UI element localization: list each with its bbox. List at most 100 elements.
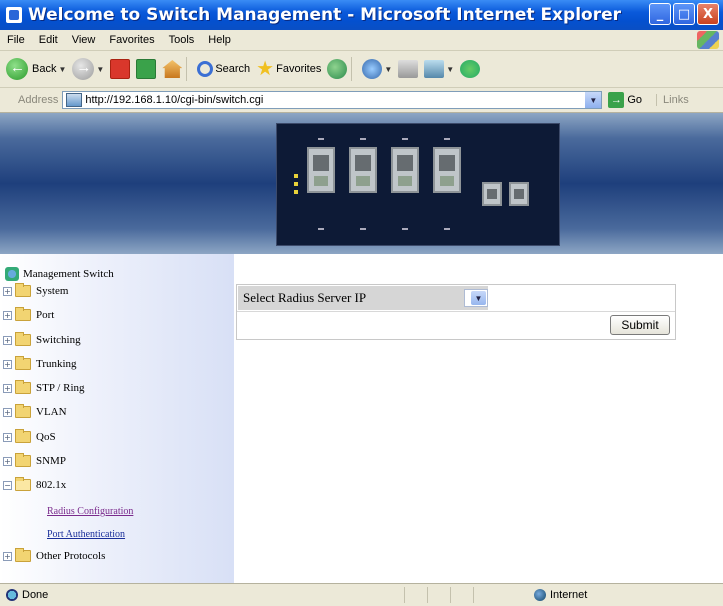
ethernet-port-icon	[307, 147, 335, 193]
tree-folder-system[interactable]: + System	[3, 283, 68, 297]
forward-button[interactable]: ▼	[72, 58, 104, 80]
tree-link-port-authentication[interactable]: Port Authentication	[47, 529, 125, 540]
folder-icon	[15, 332, 31, 346]
tree-folder-qos[interactable]: + QoS	[3, 429, 56, 443]
ethernet-port-icon	[391, 147, 419, 193]
tree-link-radius-configuration[interactable]: Radius Configuration	[47, 506, 133, 517]
port-tick	[360, 228, 366, 230]
expand-toggle[interactable]: +	[3, 359, 12, 369]
folder-icon	[15, 548, 31, 562]
page-content: Management Switch + System + Port + Swit…	[0, 113, 723, 583]
search-icon	[197, 61, 214, 77]
form-divider	[237, 311, 675, 312]
toolbar-divider	[351, 57, 353, 81]
collapse-toggle[interactable]: −	[3, 480, 12, 490]
tree-folder-label: Other Protocols	[36, 550, 106, 562]
chevron-down-icon: ▼	[58, 64, 67, 74]
maximize-button[interactable]: □	[673, 3, 695, 25]
tree-folder-stp-ring[interactable]: + STP / Ring	[3, 380, 85, 394]
menu-view[interactable]: View	[65, 34, 103, 46]
menu-edit[interactable]: Edit	[32, 34, 65, 46]
port-tick	[318, 138, 324, 140]
ethernet-port-icon	[433, 147, 461, 193]
navigation-tree: Management Switch + System + Port + Swit…	[0, 254, 234, 583]
back-label: Back	[32, 63, 57, 75]
status-led	[294, 190, 298, 194]
home-button[interactable]	[162, 60, 183, 78]
tree-folder-label: Switching	[36, 334, 81, 346]
port-tick	[444, 138, 450, 140]
close-button[interactable]: X	[697, 3, 719, 25]
forward-arrow-icon	[72, 58, 95, 80]
back-button[interactable]: Back ▼	[6, 58, 66, 80]
expand-toggle[interactable]: +	[3, 310, 12, 320]
media-icon	[327, 59, 348, 79]
search-button[interactable]: Search	[197, 61, 250, 77]
window-title: Welcome to Switch Management - Microsoft…	[28, 5, 621, 25]
tree-folder-snmp[interactable]: + SNMP	[3, 453, 66, 467]
chevron-down-icon: ▼	[446, 64, 455, 74]
address-input[interactable]: http://192.168.1.10/cgi-bin/switch.cgi ▼	[62, 91, 603, 109]
refresh-button[interactable]	[136, 59, 157, 79]
expand-toggle[interactable]: +	[3, 335, 12, 345]
management-switch-icon	[5, 267, 19, 281]
tree-folder-label: SNMP	[36, 455, 66, 467]
menu-favorites[interactable]: Favorites	[102, 34, 161, 46]
windows-flag-icon	[697, 31, 719, 49]
expand-toggle[interactable]: +	[3, 383, 12, 393]
tree-folder-label: 802.1x	[36, 479, 67, 491]
expand-toggle[interactable]: +	[3, 456, 12, 466]
form-label-cell: Select Radius Server IP ▼	[238, 286, 488, 310]
go-button[interactable]: → Go	[608, 92, 642, 108]
print-button[interactable]	[398, 60, 419, 78]
tree-folder-port[interactable]: + Port	[3, 307, 55, 321]
tree-folder-label: VLAN	[36, 406, 67, 418]
tree-folder-switching[interactable]: + Switching	[3, 332, 81, 346]
tree-folder-other-protocols[interactable]: + Other Protocols	[3, 548, 106, 562]
folder-icon	[15, 283, 31, 297]
tree-folder-label: STP / Ring	[36, 382, 85, 394]
tree-folder-vlan[interactable]: + VLAN	[3, 404, 67, 418]
tree-root[interactable]: Management Switch	[5, 267, 114, 281]
expand-toggle[interactable]: +	[3, 432, 12, 442]
menu-help[interactable]: Help	[201, 34, 238, 46]
title-bar: Welcome to Switch Management - Microsoft…	[0, 0, 723, 30]
menu-bar: File Edit View Favorites Tools Help	[0, 30, 723, 51]
fiber-port-icon	[509, 182, 529, 206]
tree-folder-trunking[interactable]: + Trunking	[3, 356, 77, 370]
tree-folder-8021x[interactable]: − 802.1x	[3, 477, 67, 491]
stop-button[interactable]	[110, 59, 131, 79]
address-dropdown-button[interactable]: ▼	[585, 92, 602, 108]
globe-icon	[534, 589, 546, 601]
history-button[interactable]: ▼	[362, 59, 392, 79]
expand-toggle[interactable]: +	[3, 407, 12, 417]
radius-server-select[interactable]: ▼	[464, 289, 488, 307]
tree-folder-label: Port	[36, 309, 55, 321]
refresh-icon	[136, 59, 157, 79]
toolbar: Back ▼ ▼ Search ★ Favorites ▼ ▼	[0, 51, 723, 88]
minimize-button[interactable]: _	[649, 3, 671, 25]
status-text: Done	[22, 589, 49, 601]
folder-open-icon	[15, 477, 31, 491]
menu-tools[interactable]: Tools	[162, 34, 202, 46]
switch-banner	[0, 113, 723, 254]
messenger-icon	[460, 60, 481, 78]
media-button[interactable]	[327, 59, 348, 79]
edit-button[interactable]: ▼	[424, 60, 454, 78]
folder-icon	[15, 429, 31, 443]
links-button[interactable]: Links	[656, 94, 689, 106]
expand-toggle[interactable]: +	[3, 286, 12, 296]
folder-icon	[15, 453, 31, 467]
favorites-button[interactable]: ★ Favorites	[256, 59, 321, 79]
page-icon	[66, 93, 83, 107]
home-icon	[162, 60, 183, 78]
status-led	[294, 174, 298, 178]
submit-button[interactable]: Submit	[610, 315, 670, 335]
chevron-down-icon[interactable]: ▼	[471, 291, 486, 305]
messenger-button[interactable]	[460, 60, 481, 78]
chevron-down-icon: ▼	[96, 64, 105, 74]
expand-toggle[interactable]: +	[3, 551, 12, 561]
radius-server-form: Select Radius Server IP ▼ Submit	[236, 284, 676, 340]
menu-file[interactable]: File	[0, 34, 32, 46]
go-label: Go	[627, 94, 643, 106]
